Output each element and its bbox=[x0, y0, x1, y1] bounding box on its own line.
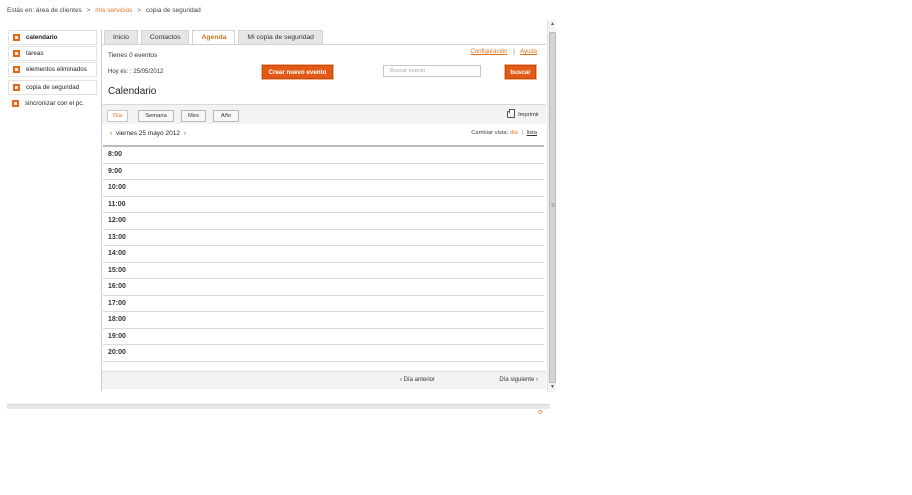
configuracion-link[interactable]: Configuración bbox=[470, 49, 507, 55]
events-count: Tienes 0 eventos bbox=[108, 52, 158, 59]
hour-slot[interactable]: 10:00 bbox=[103, 180, 544, 197]
view-toolbar: Día Semana Mes Año Imprimir bbox=[102, 104, 546, 124]
sidebar-item-label: elementos eliminados bbox=[26, 66, 87, 73]
sidebar-item-label: copia de seguridad bbox=[26, 84, 80, 91]
today-date: Hoy es: : 25/05/2012 bbox=[108, 69, 164, 75]
tab-divider bbox=[102, 44, 546, 45]
square-bullet-icon bbox=[12, 100, 19, 107]
status-icon: ⟳ bbox=[538, 410, 544, 416]
sidebar-item-tareas[interactable]: tareas bbox=[8, 46, 97, 61]
square-bullet-icon bbox=[13, 66, 20, 73]
hour-slot[interactable]: 14:00 bbox=[103, 246, 544, 263]
create-event-button[interactable]: Crear nuevo evento bbox=[262, 65, 333, 79]
hour-slot[interactable]: 15:00 bbox=[103, 263, 544, 279]
page-title: Calendario bbox=[108, 86, 157, 97]
scroll-down-icon[interactable]: ▼ bbox=[549, 384, 556, 391]
sidebar-item-calendario[interactable]: calendario bbox=[8, 30, 97, 45]
chevron-left-icon[interactable]: ‹ bbox=[110, 130, 112, 137]
printer-icon bbox=[507, 109, 516, 118]
hour-slot[interactable]: 19:00 bbox=[103, 329, 544, 345]
search-event-input[interactable] bbox=[383, 65, 481, 77]
tab-contactos[interactable]: Contactos bbox=[140, 30, 190, 44]
tab-agenda[interactable]: Agenda bbox=[192, 30, 236, 44]
view-mode-switch: Cambiar vista: día | lista bbox=[471, 130, 537, 136]
vertical-scrollbar[interactable]: ▲ ≡ ▼ bbox=[547, 20, 556, 392]
breadcrumb-prefix: Estás en: bbox=[7, 7, 35, 14]
breadcrumb-item-mis-servicios[interactable]: mis servicios bbox=[95, 7, 132, 14]
top-links: Configuración | Ayuda bbox=[470, 49, 537, 55]
sidebar-item-label: sincronizar con el pc. bbox=[25, 100, 85, 107]
breadcrumb-item-area-clientes[interactable]: área de clientes bbox=[36, 7, 82, 14]
tab-inicio[interactable]: Inicio bbox=[104, 30, 138, 44]
horizontal-scrollbar[interactable] bbox=[7, 404, 550, 409]
view-mode-separator: | bbox=[521, 130, 524, 136]
print-label: Imprimir bbox=[518, 111, 539, 118]
breadcrumb: Estás en: área de clientes > mis servici… bbox=[7, 7, 201, 14]
hour-slot[interactable]: 17:00 bbox=[103, 296, 544, 312]
hour-slot[interactable]: 8:00 bbox=[103, 147, 544, 164]
hour-slot[interactable]: 18:00 bbox=[103, 312, 544, 329]
view-mode-label: Cambiar vista: bbox=[471, 130, 509, 136]
view-mode-dia[interactable]: día bbox=[510, 130, 518, 136]
chevron-right-icon[interactable]: › bbox=[184, 130, 186, 137]
view-tab-mes[interactable]: Mes bbox=[181, 110, 206, 122]
view-tab-semana[interactable]: Semana bbox=[138, 110, 174, 122]
breadcrumb-separator: > bbox=[137, 7, 142, 14]
hour-slot[interactable]: 16:00 bbox=[103, 279, 544, 296]
current-date: viernes 25 mayo 2012 bbox=[115, 130, 180, 137]
square-bullet-icon bbox=[13, 50, 20, 57]
tab-mi-copia-seguridad[interactable]: Mi copia de seguridad bbox=[238, 30, 323, 44]
view-mode-lista[interactable]: lista bbox=[527, 130, 537, 136]
scrollbar-thumb[interactable]: ≡ bbox=[549, 32, 556, 383]
date-navigator: ‹ viernes 25 mayo 2012 › bbox=[108, 130, 188, 137]
breadcrumb-separator: > bbox=[86, 7, 91, 14]
link-separator: | bbox=[513, 49, 515, 55]
hour-slot[interactable]: 20:00 bbox=[103, 345, 544, 362]
hour-slot[interactable]: 9:00 bbox=[103, 164, 544, 180]
day-nav-footer: ‹ Día anterior Día siguiente › bbox=[102, 371, 546, 389]
print-button[interactable]: Imprimir bbox=[507, 109, 539, 118]
sidebar-item-elementos-eliminados[interactable]: elementos eliminados bbox=[8, 62, 97, 77]
main-tabs: Inicio Contactos Agenda Mi copia de segu… bbox=[104, 30, 326, 44]
breadcrumb-item-copia-seguridad: copia de seguridad bbox=[145, 7, 201, 14]
hour-slot[interactable]: 12:00 bbox=[103, 213, 544, 230]
ayuda-link[interactable]: Ayuda bbox=[520, 49, 537, 55]
next-day-link[interactable]: Día siguiente › bbox=[499, 377, 538, 383]
hour-slot[interactable]: 13:00 bbox=[103, 230, 544, 246]
sidebar-item-label: calendario bbox=[26, 34, 58, 41]
square-bullet-icon bbox=[13, 34, 20, 41]
sidebar-item-copia-seguridad[interactable]: copia de seguridad bbox=[8, 80, 97, 95]
previous-day-link[interactable]: ‹ Día anterior bbox=[400, 377, 435, 383]
search-button[interactable]: buscar bbox=[505, 65, 536, 79]
square-bullet-icon bbox=[13, 84, 20, 91]
day-grid: 8:00 9:00 10:00 11:00 12:00 13:00 14:00 15:00 16… bbox=[103, 145, 544, 362]
sidebar-item-label: tareas bbox=[26, 50, 44, 57]
grip-icon: ≡ bbox=[551, 203, 555, 209]
agenda-panel: Inicio Contactos Agenda Mi copia de segu… bbox=[101, 29, 546, 391]
sidebar: calendario tareas elementos eliminados c… bbox=[8, 30, 97, 112]
scroll-up-icon[interactable]: ▲ bbox=[549, 21, 556, 28]
view-tab-ano[interactable]: Año bbox=[213, 110, 239, 122]
view-tab-dia[interactable]: Día bbox=[107, 110, 128, 122]
hour-slot[interactable]: 11:00 bbox=[103, 197, 544, 213]
sidebar-item-sincronizar[interactable]: sincronizar con el pc. bbox=[8, 96, 97, 111]
